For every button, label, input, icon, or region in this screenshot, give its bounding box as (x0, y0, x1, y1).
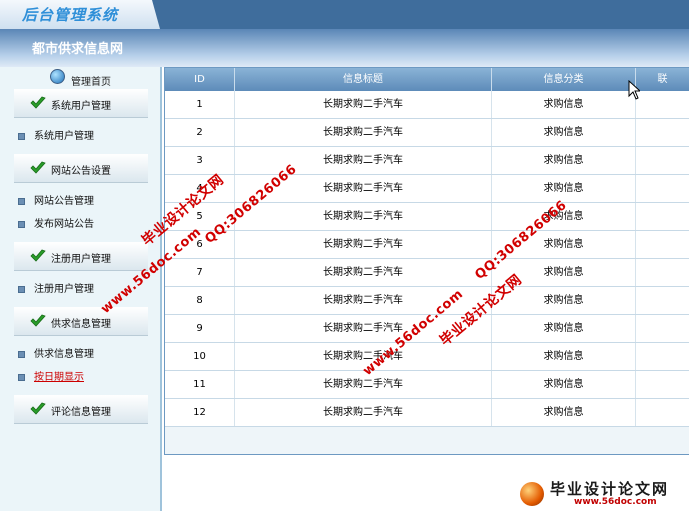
table-cell: 求购信息 (492, 147, 636, 174)
sidebar-section-label: 网站公告设置 (51, 166, 111, 177)
table-row[interactable]: 2 长期求购二手汽车 求购信息 (165, 119, 689, 147)
table-header: ID 信息标题 信息分类联 (165, 68, 689, 91)
table-cell: 长期求购二手汽车 (235, 231, 492, 258)
sidebar-section-1[interactable]: 系统用户管理 (14, 89, 148, 118)
table-cell: 8 (165, 287, 235, 314)
check-arrow-icon (30, 96, 46, 109)
table-cell (636, 91, 689, 118)
sidebar-section-label: 系统用户管理 (51, 101, 111, 112)
table-cell: 9 (165, 315, 235, 342)
sidebar-item-3-1[interactable]: 注册用户管理 (18, 280, 94, 295)
bullet-icon (18, 350, 25, 358)
top-header-bar: 后台管理系统 (0, 0, 689, 29)
table-cell: 长期求购二手汽车 (235, 119, 492, 146)
table-row[interactable]: 1 长期求购二手汽车 求购信息 (165, 91, 689, 119)
sidebar-item-1-1[interactable]: 系统用户管理 (18, 127, 94, 142)
home-label: 管理首页 (71, 77, 111, 88)
table-cell: 求购信息 (492, 371, 636, 398)
table-cell: 长期求购二手汽车 (235, 147, 492, 174)
footer-site-name: 毕业设计论文网 (550, 480, 670, 498)
column-header[interactable]: ID (165, 68, 235, 91)
site-title: 都市供求信息网 (32, 42, 124, 57)
table-row[interactable]: 3 长期求购二手汽车 求购信息 (165, 147, 689, 175)
sidebar-item-label: 供求信息管理 (34, 349, 94, 360)
sidebar-item-label: 按日期显示 (34, 372, 84, 383)
table-cell: 12 (165, 399, 235, 426)
app-logo-tab: 后台管理系统 (0, 0, 160, 29)
sidebar-item-2-1[interactable]: 网站公告管理 (18, 192, 94, 207)
table-cell (636, 399, 689, 426)
table-cell: 求购信息 (492, 91, 636, 118)
sidebar-section-3[interactable]: 注册用户管理 (14, 242, 148, 271)
table-cell: 长期求购二手汽车 (235, 203, 492, 230)
mouse-cursor-icon (628, 80, 640, 100)
sidebar-section-label: 供求信息管理 (51, 319, 111, 330)
table-cell (636, 203, 689, 230)
table-cell: 11 (165, 371, 235, 398)
column-header[interactable]: 联 (636, 68, 689, 91)
sidebar-item-4-2[interactable]: 按日期显示 (18, 368, 84, 383)
table-cell (636, 231, 689, 258)
bullet-icon (18, 220, 25, 228)
bullet-icon (18, 197, 25, 205)
logo-ball-icon (520, 482, 544, 506)
globe-icon (50, 69, 65, 84)
table-cell: 求购信息 (492, 343, 636, 370)
column-header[interactable]: 信息标题 (235, 68, 492, 91)
sidebar-home-link[interactable]: 管理首页 (0, 67, 160, 89)
bullet-icon (18, 373, 25, 381)
sidebar-section-4[interactable]: 供求信息管理 (14, 307, 148, 336)
table-cell: 长期求购二手汽车 (235, 399, 492, 426)
bullet-icon (18, 285, 25, 293)
info-table: ID 信息标题 信息分类联 1 长期求购二手汽车 求购信息 2 长期求购二手汽车 求购信息 3 长… (164, 67, 689, 455)
sidebar-section-5[interactable]: 评论信息管理 (14, 395, 148, 424)
sidebar-section-2[interactable]: 网站公告设置 (14, 154, 148, 183)
sidebar-section-label: 注册用户管理 (51, 254, 111, 265)
check-arrow-icon (30, 249, 46, 262)
table-cell: 7 (165, 259, 235, 286)
table-cell: 求购信息 (492, 119, 636, 146)
table-cell (636, 147, 689, 174)
check-arrow-icon (30, 161, 46, 174)
table-row[interactable]: 10 长期求购二手汽车 求购信息 (165, 343, 689, 371)
table-row[interactable]: 12 长期求购二手汽车 求购信息 (165, 399, 689, 427)
app-title: 后台管理系统 (22, 6, 119, 24)
table-cell: 3 (165, 147, 235, 174)
table-row[interactable]: 7 长期求购二手汽车 求购信息 (165, 259, 689, 287)
check-arrow-icon (30, 314, 46, 327)
table-row[interactable]: 11 长期求购二手汽车 求购信息 (165, 371, 689, 399)
bullet-icon (18, 132, 25, 140)
sidebar-item-4-1[interactable]: 供求信息管理 (18, 345, 94, 360)
table-cell: 2 (165, 119, 235, 146)
table-cell: 10 (165, 343, 235, 370)
table-row[interactable]: 6 长期求购二手汽车 求购信息 (165, 231, 689, 259)
sidebar-item-label: 网站公告管理 (34, 196, 94, 207)
table-cell (636, 343, 689, 370)
column-header[interactable]: 信息分类 (492, 68, 636, 91)
table-cell: 长期求购二手汽车 (235, 371, 492, 398)
table-cell (636, 259, 689, 286)
sidebar-item-label: 发布网站公告 (34, 219, 94, 230)
table-cell (636, 287, 689, 314)
table-cell (636, 119, 689, 146)
table-cell: 求购信息 (492, 175, 636, 202)
sidebar-item-2-2[interactable]: 发布网站公告 (18, 215, 94, 230)
table-cell: 长期求购二手汽车 (235, 259, 492, 286)
sidebar-item-label: 系统用户管理 (34, 131, 94, 142)
footer-logo: 毕业设计论文网 www.56doc.com (520, 478, 689, 511)
table-cell: 求购信息 (492, 315, 636, 342)
table-cell (636, 371, 689, 398)
table-cell (636, 175, 689, 202)
table-row[interactable]: 4 长期求购二手汽车 求购信息 (165, 175, 689, 203)
footer-url: www.56doc.com (574, 497, 657, 507)
table-cell: 长期求购二手汽车 (235, 91, 492, 118)
check-arrow-icon (30, 402, 46, 415)
table-cell (636, 315, 689, 342)
table-cell: 1 (165, 91, 235, 118)
table-cell: 求购信息 (492, 399, 636, 426)
sidebar-item-label: 注册用户管理 (34, 284, 94, 295)
sidebar-section-label: 评论信息管理 (51, 407, 111, 418)
